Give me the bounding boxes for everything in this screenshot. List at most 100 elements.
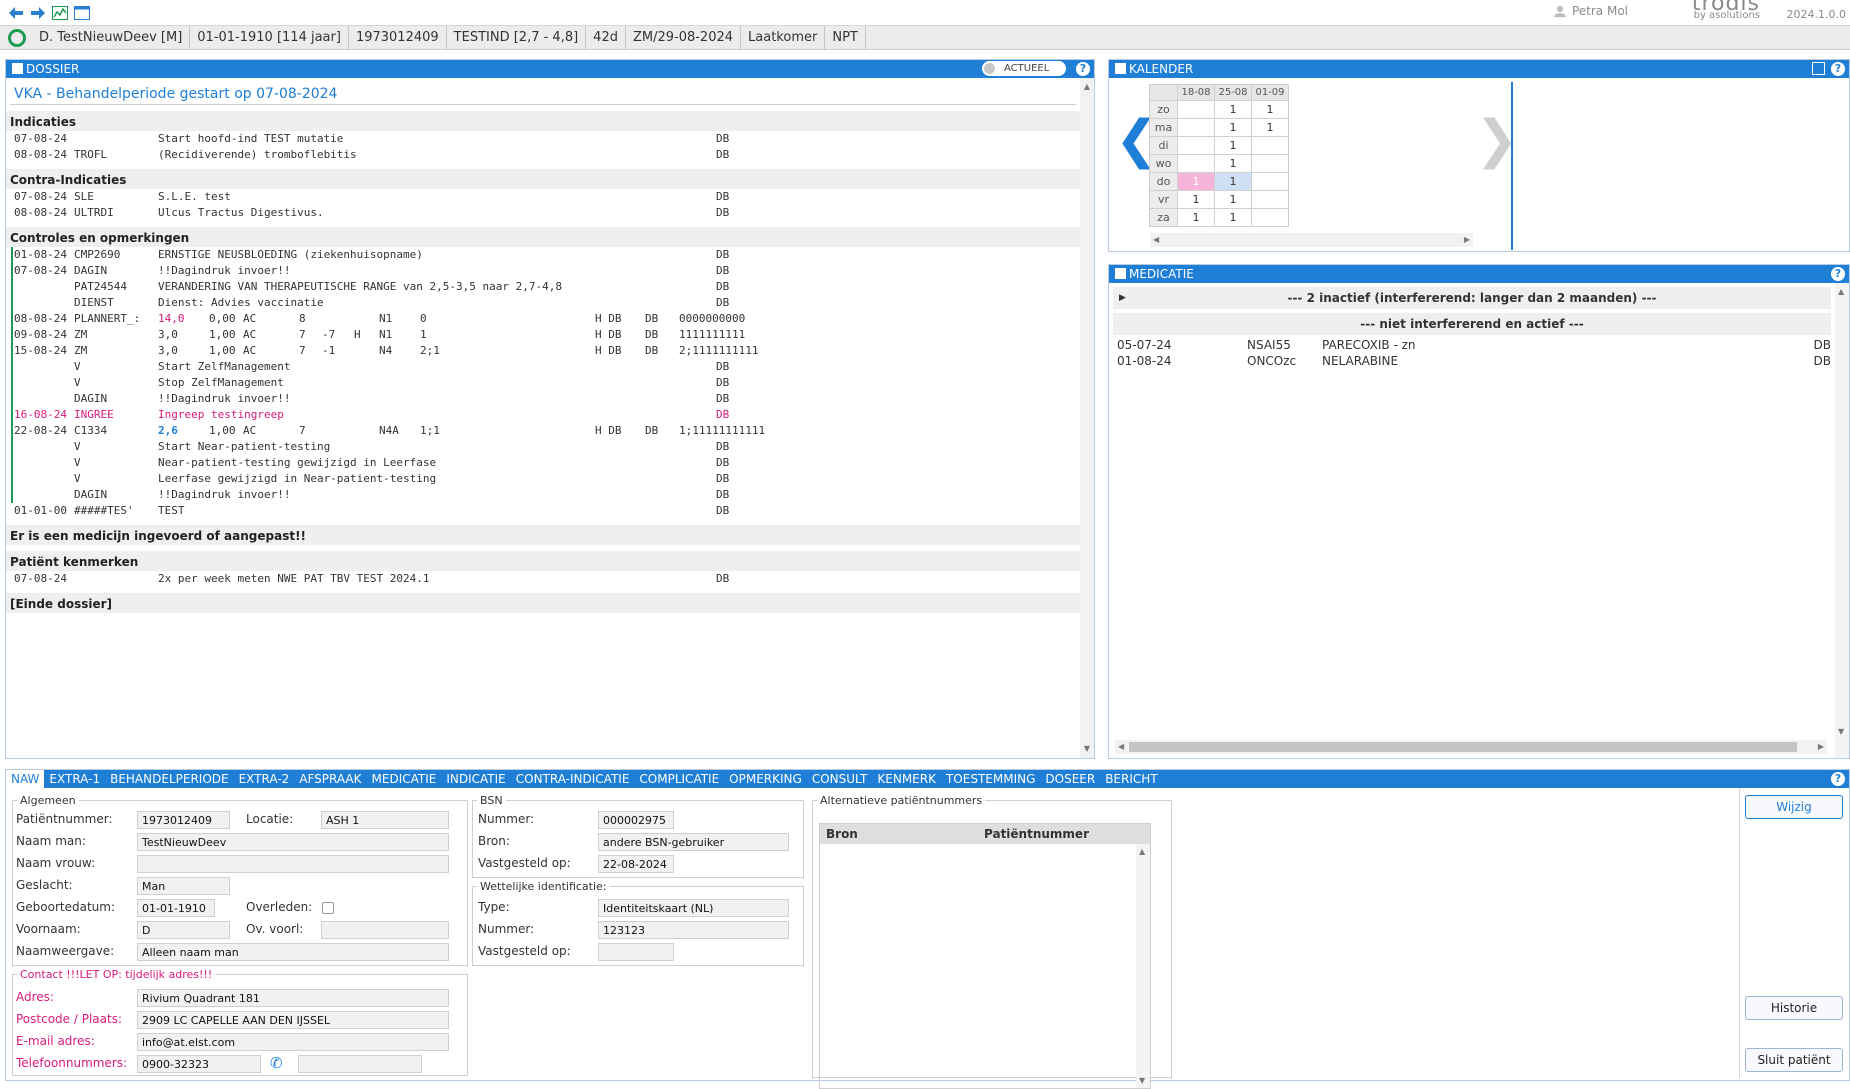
calendar-cell[interactable]: 1 (1251, 100, 1289, 119)
phone-icon[interactable]: ✆ (270, 1055, 286, 1071)
calendar-hscrollbar[interactable]: ◀ ▶ (1150, 233, 1473, 247)
email-field[interactable]: info@at.elst.com (137, 1033, 449, 1051)
tab-indicatie[interactable]: INDICATIE (441, 770, 510, 788)
medicatie-hscrollbar[interactable]: ◀ ▶ (1115, 740, 1827, 754)
row-date: 07-08-24 (14, 572, 67, 585)
help-icon[interactable]: ? (1076, 62, 1090, 76)
help-icon[interactable]: ? (1831, 772, 1845, 786)
scroll-right-icon[interactable]: ▶ (1464, 235, 1470, 244)
calendar-cell[interactable] (1251, 208, 1289, 227)
back-arrow-icon[interactable] (6, 3, 26, 23)
bsn-nummer-field[interactable]: 000002975 (598, 811, 674, 829)
medication-row[interactable]: 01-08-24 ONCOzc NELARABINE DB (1109, 353, 1835, 369)
id-type-field[interactable]: Identiteitskaart (NL) (598, 899, 789, 917)
calendar-cell[interactable] (1177, 154, 1215, 173)
tab-kenmerk[interactable]: KENMERK (872, 770, 941, 788)
scroll-down-icon[interactable]: ▼ (1838, 727, 1844, 736)
scroll-down-icon[interactable]: ▼ (1082, 744, 1092, 754)
calendar-cell[interactable] (1177, 100, 1215, 119)
calendar-cell[interactable]: 1 (1214, 136, 1252, 155)
telefoon-field[interactable]: 0900-32323 (137, 1055, 261, 1073)
geboortedatum-field[interactable]: 01-01-1910 (137, 899, 215, 917)
telefoon2-field[interactable] (298, 1055, 422, 1073)
tab-consult[interactable]: CONSULT (807, 770, 873, 788)
tab-extra-1[interactable]: EXTRA-1 (44, 770, 105, 788)
calendar-cell[interactable]: 1 (1214, 172, 1252, 191)
telefoon-label: Telefoonnummers: (16, 1056, 128, 1070)
tab-extra-2[interactable]: EXTRA-2 (234, 770, 295, 788)
scroll-right-icon[interactable]: ▶ (1818, 742, 1824, 751)
overleden-checkbox[interactable] (322, 902, 334, 914)
calendar-cell[interactable] (1251, 136, 1289, 155)
help-icon[interactable]: ? (1831, 267, 1845, 281)
forward-arrow-icon[interactable] (28, 3, 48, 23)
medication-row[interactable]: 05-07-24 NSAI55 PARECOXIB - zn DB (1109, 337, 1835, 353)
bsn-vastgesteld-field[interactable]: 22-08-2024 (598, 855, 674, 873)
calendar-cell[interactable] (1251, 172, 1289, 191)
historie-button[interactable]: Historie (1745, 996, 1843, 1020)
tab-opmerking[interactable]: OPMERKING (724, 770, 807, 788)
tab-afspraak[interactable]: AFSPRAAK (294, 770, 366, 788)
locatie-field[interactable]: ASH 1 (321, 811, 449, 829)
tab-contra-indicatie[interactable]: CONTRA-INDICATIE (511, 770, 635, 788)
calendar-cell[interactable]: 1 (1177, 172, 1215, 191)
tab-toestemming[interactable]: TOESTEMMING (941, 770, 1040, 788)
sluit-patient-button[interactable]: Sluit patiënt (1745, 1048, 1843, 1072)
naam-man-field[interactable]: TestNieuwDeev (137, 833, 449, 851)
inactive-medication-toggle[interactable]: ▶ --- 2 inactief (interfererend: langer … (1113, 287, 1831, 309)
postcode-field[interactable]: 2909 LC CAPELLE AAN DEN IJSSEL (137, 1011, 449, 1029)
tab-bericht[interactable]: BERICHT (1100, 770, 1162, 788)
geslacht-field[interactable]: Man (137, 877, 230, 895)
adres-field[interactable]: Rivium Quadrant 181 (137, 989, 449, 1007)
calendar-cell[interactable]: 1 (1214, 208, 1252, 227)
window-icon[interactable] (72, 3, 92, 23)
tab-complicatie[interactable]: COMPLICATIE (634, 770, 724, 788)
tab-behandelperiode[interactable]: BEHANDELPERIODE (105, 770, 234, 788)
calendar-cell[interactable]: 1 (1214, 190, 1252, 209)
active-medication-label: --- niet interfererend en actief --- (1360, 317, 1584, 331)
chart-icon[interactable] (50, 3, 70, 23)
row-text: Start hoofd-ind TEST mutatie (158, 132, 344, 145)
calendar-cell[interactable]: 1 (1214, 100, 1252, 119)
naam-vrouw-field[interactable] (137, 855, 449, 873)
calendar-cell[interactable]: 1 (1177, 208, 1215, 227)
id-vastgesteld-field[interactable] (598, 943, 674, 961)
calendar-cell[interactable] (1177, 136, 1215, 155)
calendar-cell[interactable] (1251, 190, 1289, 209)
wijzig-button[interactable]: Wijzig (1745, 795, 1843, 819)
scroll-down-icon[interactable]: ▼ (1139, 1076, 1145, 1085)
tab-naw[interactable]: NAW (6, 770, 45, 788)
calendar-cell[interactable]: 1 (1214, 154, 1252, 173)
tab-doseer[interactable]: DOSEER (1040, 770, 1100, 788)
scroll-thumb[interactable] (1129, 742, 1797, 752)
row-code: V (74, 440, 81, 453)
scroll-up-icon[interactable]: ▲ (1082, 82, 1092, 92)
actueel-toggle[interactable]: ACTUEEL (982, 61, 1066, 76)
help-icon[interactable]: ? (1831, 62, 1845, 76)
medicatie-scrollbar[interactable]: ▲ ▼ (1835, 283, 1849, 758)
scroll-left-icon[interactable]: ◀ (1153, 235, 1159, 244)
ov-voorl-field[interactable] (321, 921, 449, 939)
calendar-cell[interactable] (1177, 118, 1215, 137)
scroll-up-icon[interactable]: ▲ (1139, 847, 1145, 856)
calendar-cell[interactable]: 1 (1177, 190, 1215, 209)
patientnummer-field[interactable]: 1973012409 (137, 811, 230, 829)
email-label: E-mail adres: (16, 1034, 95, 1048)
expand-triangle-icon[interactable]: ▶ (1119, 287, 1126, 309)
alternatief-scrollbar[interactable]: ▲ ▼ (1136, 844, 1150, 1088)
row-code: TROFL (74, 148, 108, 161)
tab-medicatie[interactable]: MEDICATIE (367, 770, 442, 788)
scroll-up-icon[interactable]: ▲ (1838, 287, 1844, 296)
scroll-left-icon[interactable]: ◀ (1118, 742, 1124, 751)
calendar-cell[interactable] (1251, 154, 1289, 173)
row-text: Near-patient-testing gewijzigd in Leerfa… (158, 456, 437, 469)
naamweergave-field[interactable]: Alleen naam man (137, 943, 449, 961)
calendar-cell[interactable]: 1 (1214, 118, 1252, 137)
id-nummer-field[interactable]: 123123 (598, 921, 789, 939)
voornaam-field[interactable]: D (137, 921, 230, 939)
calendar-cell[interactable]: 1 (1251, 118, 1289, 137)
bsn-bron-field[interactable]: andere BSN-gebruiker (598, 833, 789, 851)
row-text: Ulcus Tractus Digestivus. (158, 206, 324, 219)
dossier-scrollbar[interactable]: ▲ ▼ (1080, 78, 1094, 758)
external-link-icon[interactable] (1812, 62, 1825, 75)
